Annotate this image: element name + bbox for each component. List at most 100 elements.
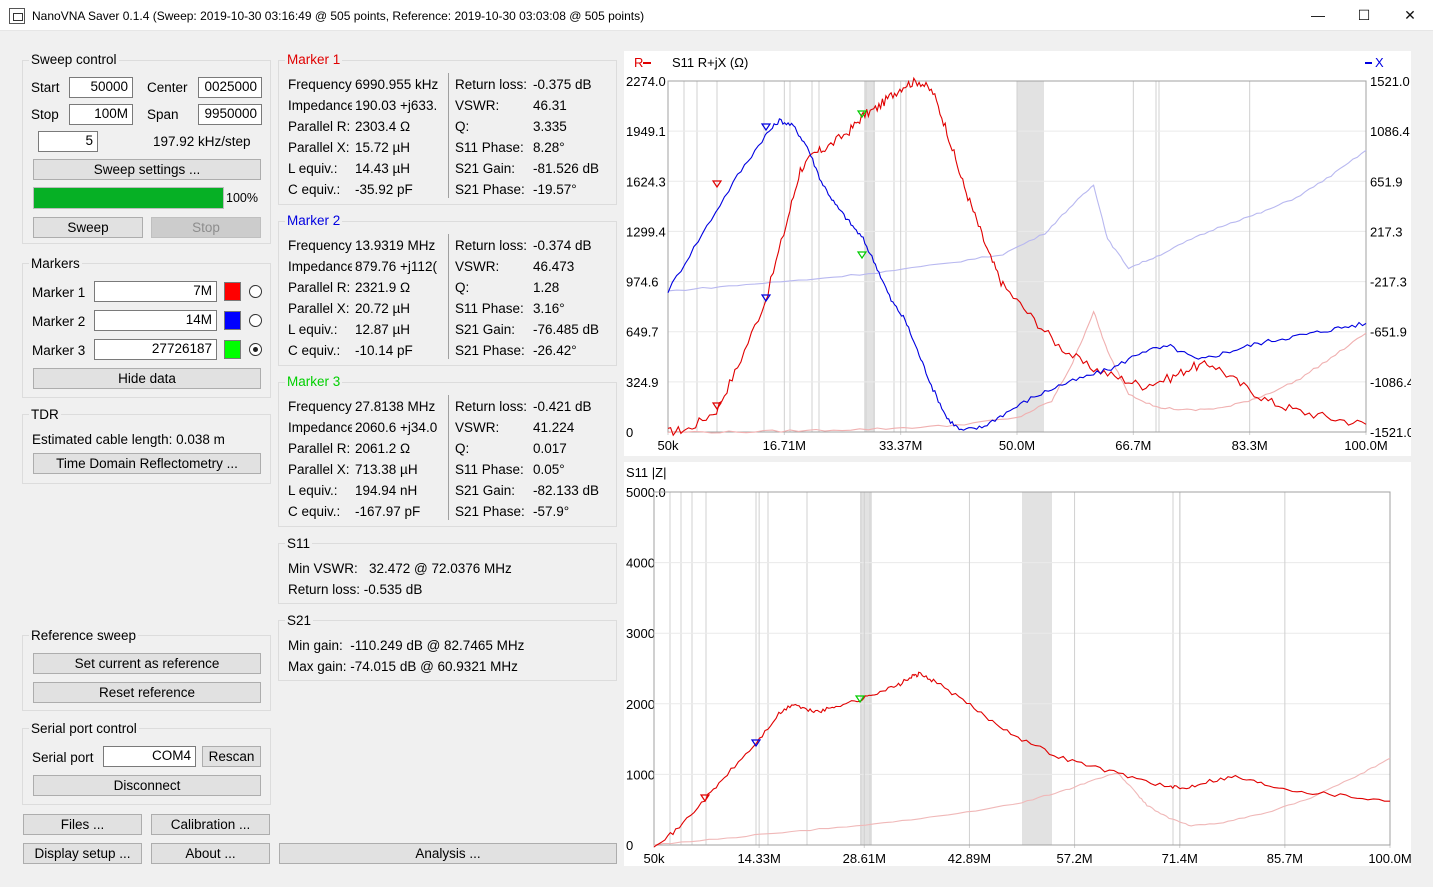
- x-tick-label: 71.4M: [1162, 851, 1198, 866]
- y-tick-label-left: 1949.1: [626, 124, 666, 139]
- disconnect-button[interactable]: Disconnect: [33, 775, 261, 796]
- y-tick-label-left: 1624.3: [626, 174, 666, 189]
- marker2-indicator-r: [760, 294, 772, 303]
- marker-field-value: -10.14 pF: [355, 343, 413, 358]
- hide-data-button[interactable]: Hide data: [33, 368, 261, 389]
- sweep-button[interactable]: Sweep: [33, 217, 143, 238]
- span-label: Span: [147, 107, 179, 122]
- chart-title: S11 R+jX (Ω): [672, 55, 748, 70]
- y-tick-label: 4000: [626, 556, 655, 571]
- marker-field-value: -0.374 dB: [533, 238, 592, 253]
- marker-field-label: S21 Phase:: [455, 504, 525, 519]
- impedance-magnitude-chart[interactable]: 5000.0 4000 3000 2000 1000 0 50k 14.33M 28.61M 42…: [624, 462, 1411, 866]
- y-tick-label-right: 1521.0: [1370, 74, 1410, 89]
- marker-field-value: 2061.2 Ω: [355, 441, 411, 456]
- marker-field-label: S11 Phase:: [455, 140, 524, 155]
- marker-field-value: -167.97 pF: [355, 504, 421, 519]
- marker-field-label: S11 Phase:: [455, 301, 524, 316]
- stop-label: Stop: [31, 107, 59, 122]
- marker-field-label: VSWR:: [455, 420, 500, 435]
- marker3-frequency-input[interactable]: 27726187: [94, 339, 217, 360]
- x-tick-label: 66.7M: [1115, 438, 1151, 453]
- marker-field-value: 12.87 µH: [355, 322, 411, 337]
- marker-field-label: Impedance:: [288, 259, 352, 274]
- marker2-radio[interactable]: [249, 314, 262, 327]
- y-tick-label-right: -1086.4: [1370, 375, 1411, 390]
- start-input[interactable]: 50000: [69, 77, 133, 98]
- rescan-button[interactable]: Rescan: [202, 746, 261, 767]
- segments-input[interactable]: 5: [38, 131, 98, 152]
- y-tick-label-left: 0: [626, 425, 633, 440]
- marker-field-label: Parallel R:: [288, 441, 351, 456]
- tdr-button[interactable]: Time Domain Reflectometry ...: [33, 453, 261, 474]
- display-setup-button[interactable]: Display setup ...: [23, 843, 142, 864]
- stop-button[interactable]: Stop: [151, 217, 261, 238]
- marker-field-label: C equiv.:: [288, 343, 341, 358]
- calibration-button[interactable]: Calibration ...: [151, 814, 270, 835]
- marker-field-label: Return loss:: [455, 238, 528, 253]
- tdr-title: TDR: [29, 407, 61, 422]
- progress-text: 100%: [226, 191, 258, 205]
- x-tick-label: 50k: [658, 438, 679, 453]
- center-label: Center: [147, 80, 188, 95]
- marker-field-value: 2060.6 +j34.0: [355, 420, 438, 435]
- stop-input[interactable]: 100M: [69, 104, 133, 125]
- marker2-frequency-input[interactable]: 14M: [94, 310, 217, 331]
- marker3-color-button[interactable]: [224, 340, 241, 359]
- y-tick-label-right: 651.9: [1370, 174, 1403, 189]
- reference-sweep-title: Reference sweep: [29, 628, 139, 643]
- about-button[interactable]: About ...: [151, 843, 270, 864]
- maximize-button[interactable]: ☐: [1341, 0, 1387, 31]
- s21-max-gain: Max gain: -74.015 dB @ 60.9321 MHz: [288, 659, 518, 674]
- marker1-color-button[interactable]: [224, 282, 241, 301]
- y-tick-label-right: 1086.4: [1370, 124, 1410, 139]
- y-tick-label-left: 649.7: [626, 325, 659, 340]
- marker2-color-button[interactable]: [224, 311, 241, 330]
- x-tick-label: 83.3M: [1232, 438, 1268, 453]
- marker1-label: Marker 1: [32, 285, 86, 300]
- marker-field-label: Frequency:: [288, 238, 352, 253]
- span-input[interactable]: 9950000: [198, 104, 262, 125]
- x-tick-label: 33.37M: [879, 438, 922, 453]
- minimize-button[interactable]: —: [1295, 0, 1341, 31]
- marker-field-value: 194.94 nH: [355, 483, 418, 498]
- step-label: 197.92 kHz/step: [153, 134, 251, 149]
- reset-reference-button[interactable]: Reset reference: [33, 682, 261, 703]
- marker-field-label: Return loss:: [455, 399, 528, 414]
- marker-field-value: 190.03 +j633.: [355, 98, 438, 113]
- s21-min-gain: Min gain: -110.249 dB @ 82.7465 MHz: [288, 638, 525, 653]
- marker-field-value: 20.72 µH: [355, 301, 411, 316]
- serial-port-title: Serial port control: [29, 721, 139, 736]
- x-tick-label: 100.0M: [1368, 851, 1411, 866]
- chart-title: S11 |Z|: [626, 465, 666, 480]
- r-jx-chart[interactable]: 2274.0 1949.1 1624.3 1299.4 974.6 649.7 324.9 0…: [624, 51, 1411, 456]
- marker-field-value: 13.9319 MHz: [355, 238, 436, 253]
- x-tick-label: 85.7M: [1267, 851, 1303, 866]
- marker-field-value: -82.133 dB: [533, 483, 600, 498]
- center-input[interactable]: 0025000: [198, 77, 262, 98]
- files-button[interactable]: Files ...: [23, 814, 142, 835]
- set-reference-button[interactable]: Set current as reference: [33, 653, 261, 674]
- marker1-frequency-input[interactable]: 7M: [94, 281, 217, 302]
- marker-field-label: C equiv.:: [288, 504, 341, 519]
- marker-field-label: Frequency:: [288, 399, 352, 414]
- marker3-radio[interactable]: [249, 343, 262, 356]
- marker-field-label: Parallel X:: [288, 462, 350, 477]
- marker1-radio[interactable]: [249, 285, 262, 298]
- close-button[interactable]: ✕: [1387, 0, 1433, 31]
- marker1-data-title: Marker 1: [285, 52, 343, 67]
- marker-field-value: -0.421 dB: [533, 399, 592, 414]
- marker1-indicator: [699, 794, 711, 803]
- analysis-button[interactable]: Analysis ...: [279, 843, 617, 864]
- y-tick-label-right: 217.3: [1370, 224, 1403, 239]
- span-shading: [1017, 81, 1044, 432]
- y-tick-label-left: 2274.0: [626, 74, 666, 89]
- marker-field-label: Parallel X:: [288, 301, 350, 316]
- marker-field-label: Q:: [455, 280, 470, 295]
- markers-title: Markers: [29, 256, 82, 271]
- marker-field-value: 15.72 µH: [355, 140, 411, 155]
- serial-port-input[interactable]: COM4: [103, 746, 196, 767]
- sweep-settings-button[interactable]: Sweep settings ...: [33, 159, 261, 180]
- y-tick-label: 3000: [626, 626, 655, 641]
- span-shading: [1022, 492, 1052, 845]
